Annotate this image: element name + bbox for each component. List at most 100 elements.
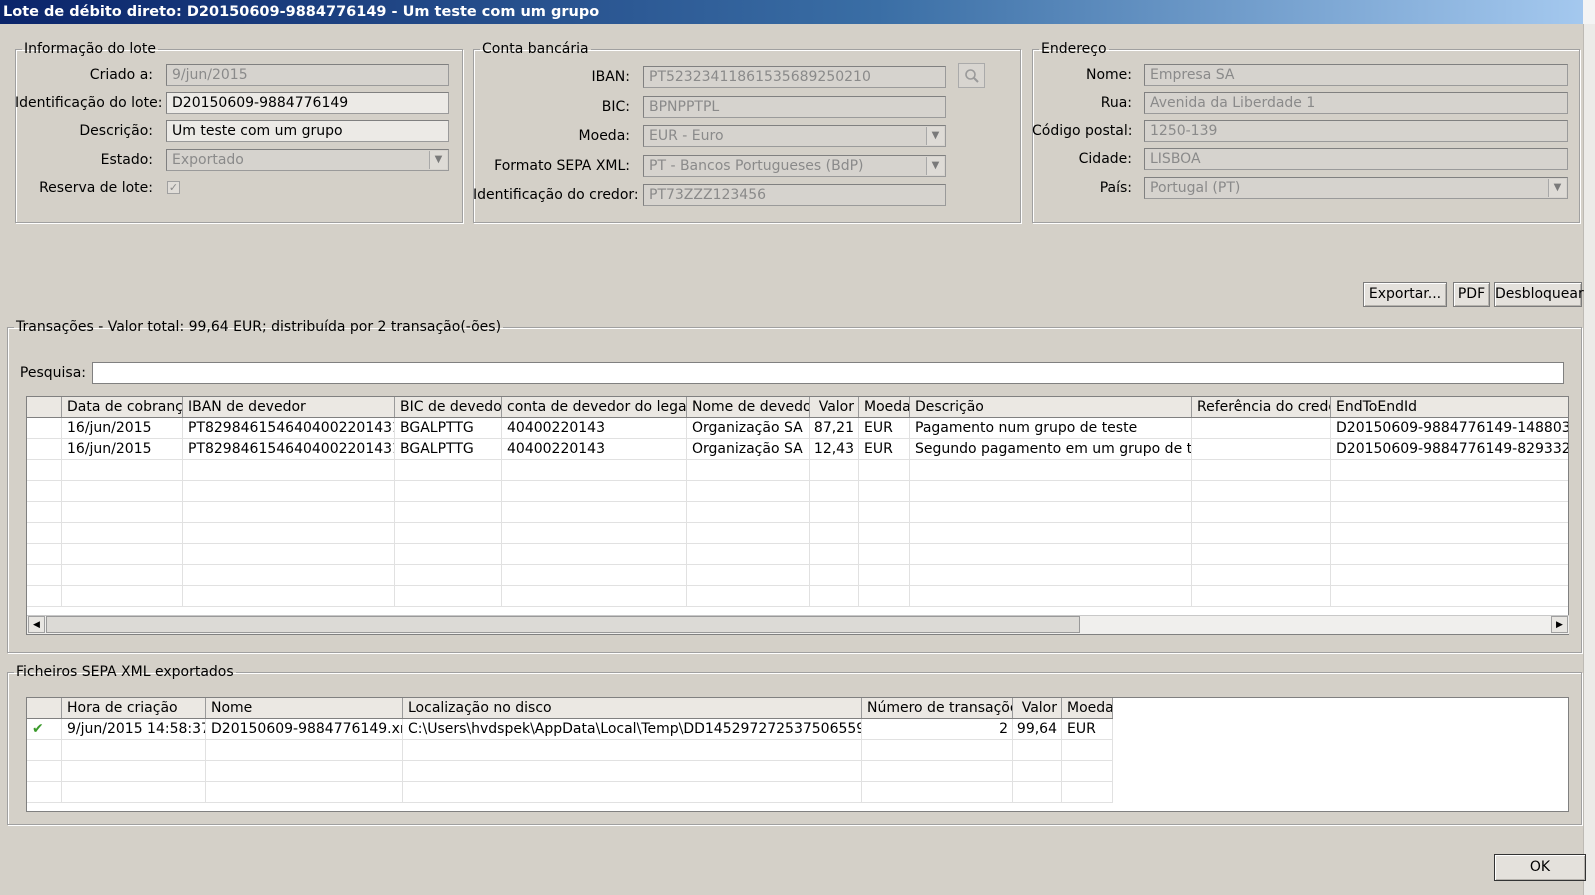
table-cell — [910, 544, 1192, 565]
state-select[interactable]: Exportado ▼ — [166, 149, 449, 171]
column-header[interactable]: conta de devedor do legado — [502, 397, 687, 417]
column-header[interactable]: Número de transações — [862, 698, 1013, 718]
pdf-button[interactable]: PDF — [1453, 282, 1490, 307]
table-row[interactable]: 16/jun/2015 PT82984615464040022014317 BGAL… — [27, 439, 1568, 460]
table-cell — [183, 502, 395, 523]
table-cell — [1062, 740, 1113, 761]
table-cell: EUR — [859, 439, 910, 460]
table-cell — [1062, 782, 1113, 803]
scroll-left-icon[interactable]: ◀ — [28, 616, 45, 633]
description-label: Descrição: — [79, 123, 153, 139]
table-cell — [395, 544, 502, 565]
table-cell — [810, 481, 859, 502]
scroll-right-icon[interactable]: ▶ — [1551, 616, 1568, 633]
column-header[interactable] — [27, 698, 62, 718]
exports-table-body: ✔ 9/jun/2015 14:58:37 D20150609-9884776149… — [27, 719, 1113, 803]
table-cell — [206, 740, 403, 761]
currency-select[interactable]: EUR - Euro ▼ — [643, 125, 946, 147]
table-cell — [27, 523, 62, 544]
column-header[interactable]: BIC de devedor — [395, 397, 502, 417]
name-field: Empresa SA — [1144, 64, 1568, 86]
table-cell — [862, 782, 1013, 803]
table-cell — [1062, 761, 1113, 782]
table-cell — [1192, 523, 1331, 544]
table-cell — [1331, 523, 1568, 544]
lot-id-field[interactable]: D20150609-9884776149 — [166, 92, 449, 114]
address-legend: Endereço — [1041, 41, 1107, 57]
ok-button[interactable]: OK — [1494, 854, 1586, 881]
state-value: Exportado — [172, 152, 244, 168]
column-header[interactable] — [27, 397, 62, 417]
table-row[interactable]: ✔ 9/jun/2015 14:58:37 D20150609-9884776149… — [27, 719, 1113, 740]
table-cell — [859, 523, 910, 544]
table-cell — [502, 565, 687, 586]
table-cell: Pagamento num grupo de teste — [910, 418, 1192, 439]
export-button[interactable]: Exportar... — [1363, 282, 1447, 307]
table-cell — [395, 565, 502, 586]
table-cell — [62, 523, 183, 544]
table-cell — [1331, 460, 1568, 481]
iban-lookup-button[interactable] — [958, 63, 985, 88]
table-cell — [395, 586, 502, 607]
scrollbar-thumb[interactable] — [46, 616, 1080, 633]
table-row[interactable]: 16/jun/2015 PT82984615464040022014317 BGAL… — [27, 418, 1568, 439]
column-header[interactable]: Moeda — [859, 397, 910, 417]
table-cell — [910, 586, 1192, 607]
table-cell: 87,21 — [810, 418, 859, 439]
column-header[interactable]: Moeda — [1062, 698, 1113, 718]
bank-account-legend: Conta bancária — [482, 41, 589, 57]
transactions-table-header: Data de cobrança IBAN de devedor BIC de … — [27, 397, 1568, 418]
table-cell — [27, 418, 62, 439]
table-cell — [859, 481, 910, 502]
table-cell — [810, 565, 859, 586]
table-cell — [1192, 544, 1331, 565]
column-header[interactable]: Valor — [810, 397, 859, 417]
table-cell — [403, 761, 862, 782]
column-header[interactable]: Nome de devedor — [687, 397, 810, 417]
table-cell — [810, 586, 859, 607]
search-label: Pesquisa: — [19, 365, 86, 381]
description-field[interactable]: Um teste com um grupo — [166, 120, 449, 142]
country-select[interactable]: Portugal (PT) ▼ — [1144, 177, 1568, 199]
table-cell — [1331, 565, 1568, 586]
table-cell — [859, 502, 910, 523]
column-header[interactable]: EndToEndId — [1331, 397, 1568, 417]
column-header[interactable]: Data de cobrança — [62, 397, 183, 417]
column-header[interactable]: Localização no disco — [403, 698, 862, 718]
street-field: Avenida da Liberdade 1 — [1144, 92, 1568, 114]
column-header[interactable]: IBAN de devedor — [183, 397, 395, 417]
empty-table-row — [27, 740, 1113, 761]
unlock-button[interactable]: Desbloquear — [1494, 282, 1584, 307]
table-cell — [1192, 502, 1331, 523]
table-cell: BGALPTTG — [395, 418, 502, 439]
column-header[interactable]: Valor — [1013, 698, 1062, 718]
table-cell: D20150609-9884776149.xml — [206, 719, 403, 740]
transactions-horizontal-scrollbar[interactable]: ◀ ▶ — [27, 615, 1569, 634]
column-header[interactable]: Nome — [206, 698, 403, 718]
table-cell: D20150609-9884776149-14880333 — [1331, 418, 1568, 439]
table-cell: C:\Users\hvdspek\AppData\Local\Temp\DD14… — [403, 719, 862, 740]
table-cell — [395, 502, 502, 523]
chevron-down-icon: ▼ — [429, 151, 447, 169]
column-header[interactable]: Hora de criação — [62, 698, 206, 718]
column-header[interactable]: Descrição — [910, 397, 1192, 417]
sepa-format-select[interactable]: PT - Bancos Portugueses (BdP) ▼ — [643, 155, 946, 177]
table-cell — [183, 544, 395, 565]
iban-field: PT52323411861535689250210 — [643, 66, 946, 88]
transactions-table: Data de cobrança IBAN de devedor BIC de … — [26, 396, 1569, 635]
table-cell — [27, 586, 62, 607]
table-cell — [1331, 586, 1568, 607]
table-cell — [687, 523, 810, 544]
table-cell — [810, 460, 859, 481]
table-cell — [62, 460, 183, 481]
currency-label: Moeda: — [578, 128, 630, 144]
window-title-bar[interactable]: Lote de débito direto: D20150609-9884776… — [0, 0, 1595, 24]
table-cell — [27, 460, 62, 481]
city-label: Cidade: — [1078, 151, 1132, 167]
column-header[interactable]: Referência do credor — [1192, 397, 1331, 417]
search-input[interactable] — [92, 362, 1564, 384]
exports-legend: Ficheiros SEPA XML exportados — [16, 664, 234, 680]
table-cell — [910, 481, 1192, 502]
chevron-down-icon: ▼ — [926, 127, 944, 145]
reserve-checkbox[interactable]: ✓ — [167, 181, 180, 194]
